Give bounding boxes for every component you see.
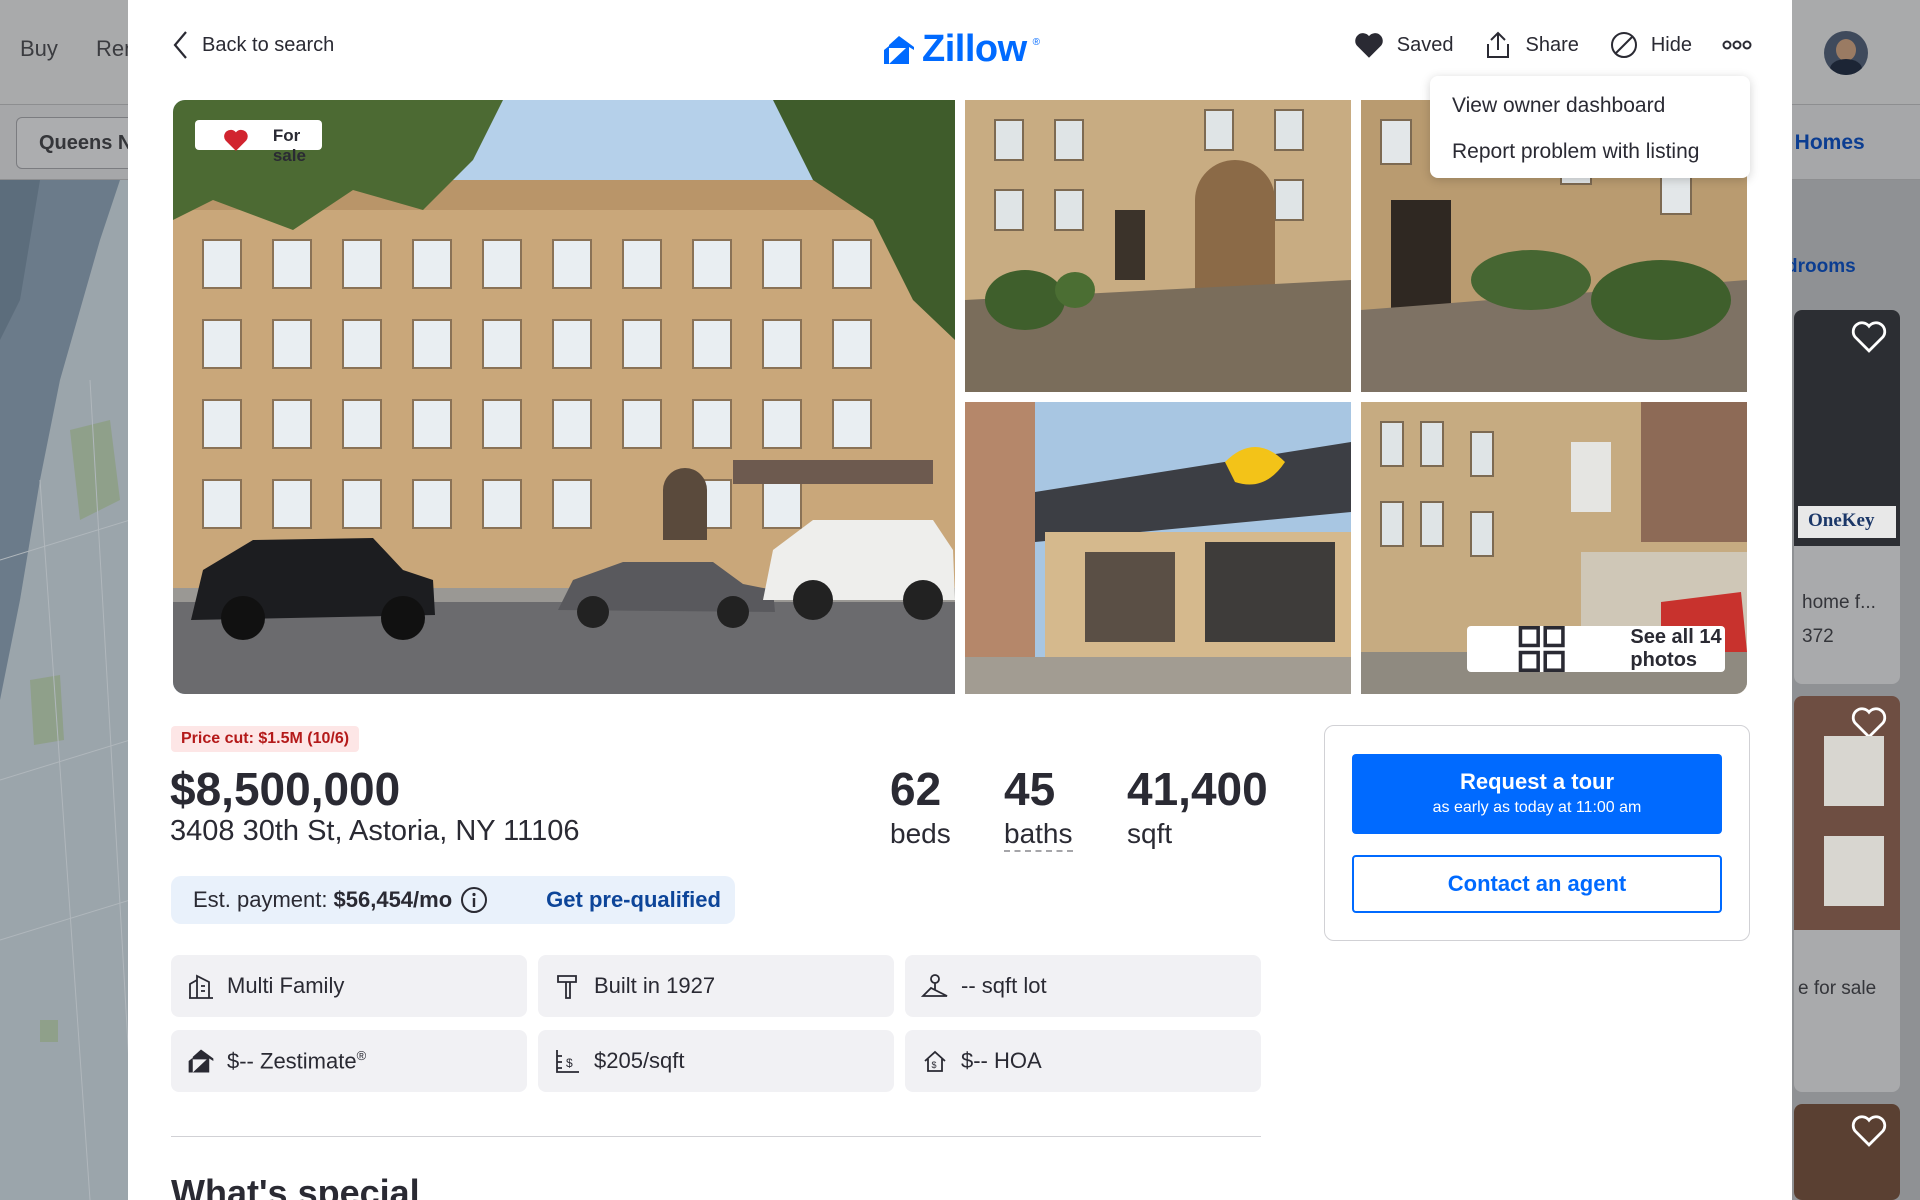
card-2-title: e for sale (1798, 978, 1877, 999)
building-icon (189, 974, 213, 999)
beds-stat: 62 beds (890, 764, 951, 850)
location-filter-chip[interactable]: Queens N (16, 117, 136, 169)
zillow-logo[interactable]: Zillow ® (882, 28, 1040, 71)
card-1-detail: 372 (1802, 626, 1834, 647)
svg-text:$: $ (932, 1060, 937, 1070)
price-cut-badge: Price cut: $1.5M (10/6) (171, 726, 360, 752)
contact-agent-button[interactable]: Contact an agent (1352, 855, 1722, 913)
logo-text: Zillow (922, 28, 1027, 70)
fact-price-per-sqft: $ $205/sqft (538, 1030, 894, 1092)
lot-icon (921, 974, 948, 997)
more-options-button[interactable] (1722, 39, 1752, 51)
back-to-search-link[interactable]: Back to search (172, 30, 334, 60)
photo-5[interactable]: See all 14 photos (1361, 402, 1747, 694)
fact-hoa: $ $-- HOA (905, 1030, 1261, 1092)
chevron-left-icon (173, 31, 187, 59)
user-avatar[interactable] (1824, 31, 1868, 75)
zillow-logo-icon (884, 35, 914, 64)
request-tour-label: Request a tour (1459, 769, 1615, 794)
fact-zestimate: $-- Zestimate® (171, 1030, 527, 1092)
request-tour-subtitle: as early as today at 11:00 am (1432, 799, 1642, 816)
listing-address: 3408 30th St, Astoria, NY 11106 (170, 815, 580, 847)
heart-icon[interactable] (1850, 320, 1888, 354)
grid-icon (1518, 626, 1565, 672)
logo-registered: ® (1032, 37, 1040, 48)
bedrooms-filter[interactable]: drooms (1786, 256, 1856, 278)
hammer-icon (557, 975, 577, 999)
listing-modal: Back to search Zillow ® Saved Share Hide (128, 0, 1792, 1200)
svg-text:$: $ (566, 1056, 573, 1070)
photo-gallery: For sale See all 14 photos (173, 100, 1747, 694)
price-sqft-icon: $ (556, 1050, 579, 1073)
for-sale-label: For sale (272, 126, 306, 165)
fact-price-per-sqft-text: $205/sqft (594, 1048, 685, 1073)
saved-button[interactable]: Saved (1353, 31, 1454, 59)
hide-label: Hide (1650, 33, 1692, 56)
section-divider (171, 1136, 1261, 1137)
hide-button[interactable]: Hide (1609, 30, 1692, 60)
main-photo[interactable]: For sale (173, 100, 955, 694)
header-actions: Saved Share Hide (1353, 30, 1752, 60)
result-card-3[interactable] (1794, 1104, 1900, 1200)
get-prequalified-link[interactable]: Get pre-qualified (546, 887, 721, 913)
photo-2[interactable] (965, 100, 1351, 392)
listing-price: $8,500,000 (170, 763, 401, 815)
see-all-label: See all 14 photos (1630, 626, 1722, 671)
heart-icon[interactable] (1850, 706, 1888, 740)
baths-stat[interactable]: 45 baths (1004, 764, 1073, 852)
zestimate-value: $-- Zestimate (227, 1048, 357, 1074)
share-button[interactable]: Share (1483, 30, 1579, 60)
back-label: Back to search (202, 33, 335, 56)
for-sale-badge: For sale (195, 120, 323, 165)
fact-year-built: Built in 1927 (538, 955, 894, 1017)
registered-mark: ® (356, 1047, 367, 1063)
fact-lot-size-text: -- sqft lot (961, 973, 1047, 998)
menu-item-report-problem[interactable]: Report problem with listing (1430, 130, 1750, 176)
fact-hoa-text: $-- HOA (961, 1048, 1042, 1073)
beds-value: 62 (890, 763, 942, 815)
zestimate-icon (188, 1049, 214, 1073)
payment-label: Est. payment: (193, 887, 328, 912)
baths-value: 45 (1004, 763, 1056, 815)
baths-label[interactable]: baths (1004, 818, 1073, 852)
more-options-menu: View owner dashboard Report problem with… (1430, 76, 1750, 178)
fact-home-type: Multi Family (171, 955, 527, 1017)
share-label: Share (1525, 33, 1579, 56)
sqft-value: 41,400 (1127, 763, 1268, 815)
heart-icon[interactable] (1850, 1114, 1888, 1148)
fact-lot-size: -- sqft lot (905, 955, 1261, 1017)
contact-panel: Request a tour as early as today at 11:0… (1324, 725, 1750, 941)
sqft-stat: 41,400 sqft (1127, 764, 1268, 850)
fact-home-type-text: Multi Family (227, 973, 345, 998)
photo-4[interactable] (965, 402, 1351, 694)
saved-label: Saved (1396, 33, 1454, 56)
sqft-label: sqft (1127, 818, 1173, 849)
whats-special-heading: What's special (171, 1172, 420, 1200)
background-map[interactable] (0, 180, 130, 1200)
request-tour-button[interactable]: Request a tour as early as today at 11:0… (1352, 754, 1722, 834)
result-card-2[interactable]: e for sale (1794, 696, 1900, 1092)
heart-icon (224, 129, 248, 151)
onekey-logo: OneKey (1798, 506, 1896, 538)
estimated-payment-bar: Est. payment: $56,454/mo Get pre-qualifi… (171, 876, 735, 924)
info-icon[interactable] (460, 886, 488, 914)
see-all-photos-button[interactable]: See all 14 photos (1467, 626, 1725, 672)
nav-buy[interactable]: Buy (20, 36, 58, 62)
hide-icon (1610, 32, 1637, 58)
share-icon (1487, 31, 1510, 58)
fact-year-built-text: Built in 1927 (594, 973, 716, 998)
hoa-icon: $ (924, 1050, 946, 1072)
payment-amount: $56,454/mo (333, 887, 453, 912)
more-icon (1722, 40, 1752, 50)
beds-label: beds (890, 818, 951, 849)
menu-item-owner-dashboard[interactable]: View owner dashboard (1430, 84, 1750, 130)
result-card-1[interactable]: OneKey home f... 372 (1794, 310, 1900, 684)
card-1-title: home f... (1802, 592, 1876, 613)
heart-icon (1355, 33, 1383, 58)
fact-zestimate-text: $-- Zestimate® (227, 1048, 366, 1074)
